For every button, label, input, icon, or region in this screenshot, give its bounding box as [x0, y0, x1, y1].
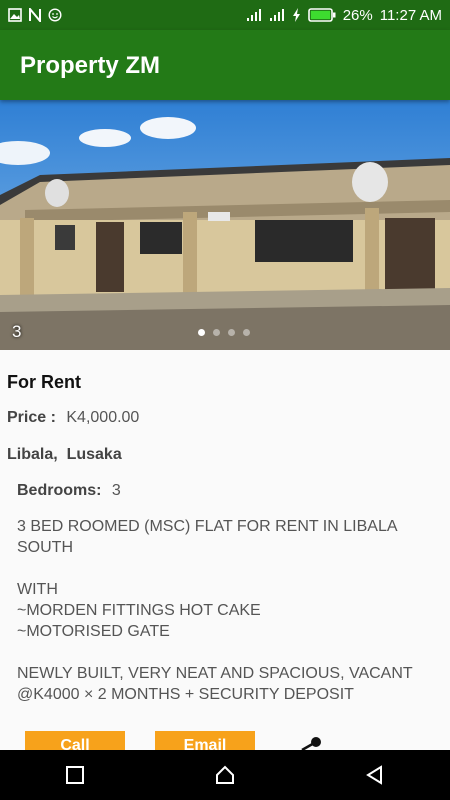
- image-icon: [8, 8, 22, 22]
- recents-icon[interactable]: [45, 750, 105, 800]
- bedrooms-label: Bedrooms:: [17, 482, 102, 499]
- 3g-signal-icon: [269, 8, 285, 22]
- n-icon: [29, 8, 41, 22]
- navigation-bar: [0, 750, 450, 800]
- battery-percent: 26%: [342, 6, 373, 24]
- property-photo: [0, 100, 450, 350]
- page-dot[interactable]: [228, 329, 235, 336]
- signal-icon: [246, 8, 262, 22]
- price-row: Price : K4,000.00: [7, 409, 139, 427]
- price-value: K4,000.00: [66, 409, 140, 426]
- back-icon[interactable]: [345, 750, 405, 800]
- page-dot[interactable]: [198, 329, 205, 336]
- price-label: Price :: [7, 409, 56, 426]
- smiley-icon: [48, 8, 62, 22]
- app-bar: Property ZM: [0, 30, 450, 100]
- bedrooms-value: 3: [111, 482, 121, 499]
- bedrooms-row: Bedrooms: 3: [17, 482, 121, 500]
- page-indicator: [198, 329, 250, 336]
- page-dot[interactable]: [213, 329, 220, 336]
- image-counter: 3: [12, 322, 22, 341]
- description: 3 BED ROOMED (MSC) FLAT FOR RENT IN LIBA…: [17, 518, 413, 703]
- app-title: Property ZM: [20, 52, 161, 79]
- clock: 11:27 AM: [379, 6, 442, 24]
- status-bar: 26% 11:27 AM: [0, 0, 450, 30]
- charging-icon: [292, 8, 301, 22]
- listing-details: For Rent Price : K4,000.00 Libala, Lusak…: [0, 350, 450, 761]
- listing-type: For Rent: [7, 372, 81, 392]
- battery-icon: [307, 8, 336, 22]
- home-icon[interactable]: [195, 750, 255, 800]
- page-dot[interactable]: [243, 329, 250, 336]
- photo-gallery[interactable]: 3: [0, 100, 450, 350]
- location: Libala, Lusaka: [7, 446, 122, 463]
